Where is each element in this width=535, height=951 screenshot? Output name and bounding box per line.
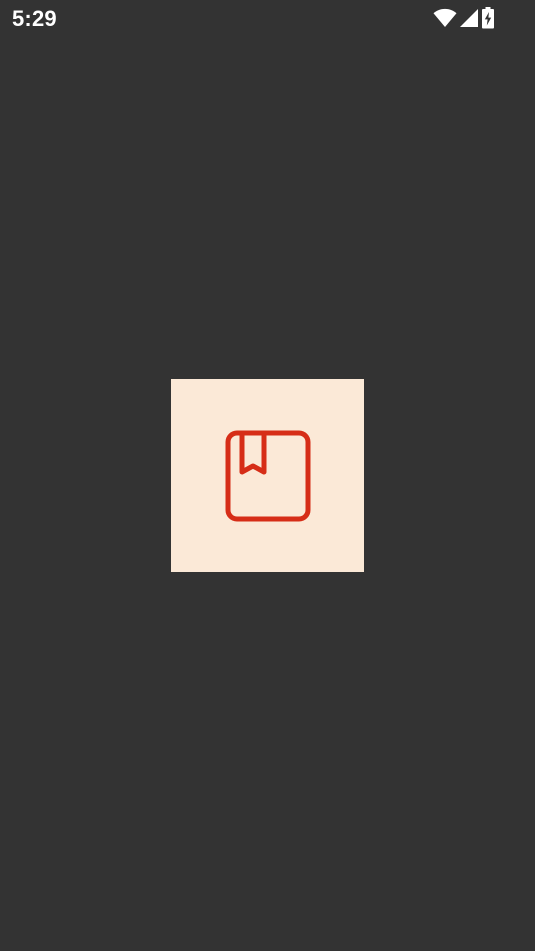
status-time: 5:29 xyxy=(12,6,57,31)
status-bar: 5:29 xyxy=(0,0,535,38)
status-icons xyxy=(433,7,495,29)
book-bookmark-icon xyxy=(224,429,312,523)
splash-logo-tile xyxy=(171,379,364,572)
cell-signal-icon xyxy=(459,8,479,28)
battery-charging-icon xyxy=(481,7,495,29)
wifi-icon xyxy=(433,8,457,28)
